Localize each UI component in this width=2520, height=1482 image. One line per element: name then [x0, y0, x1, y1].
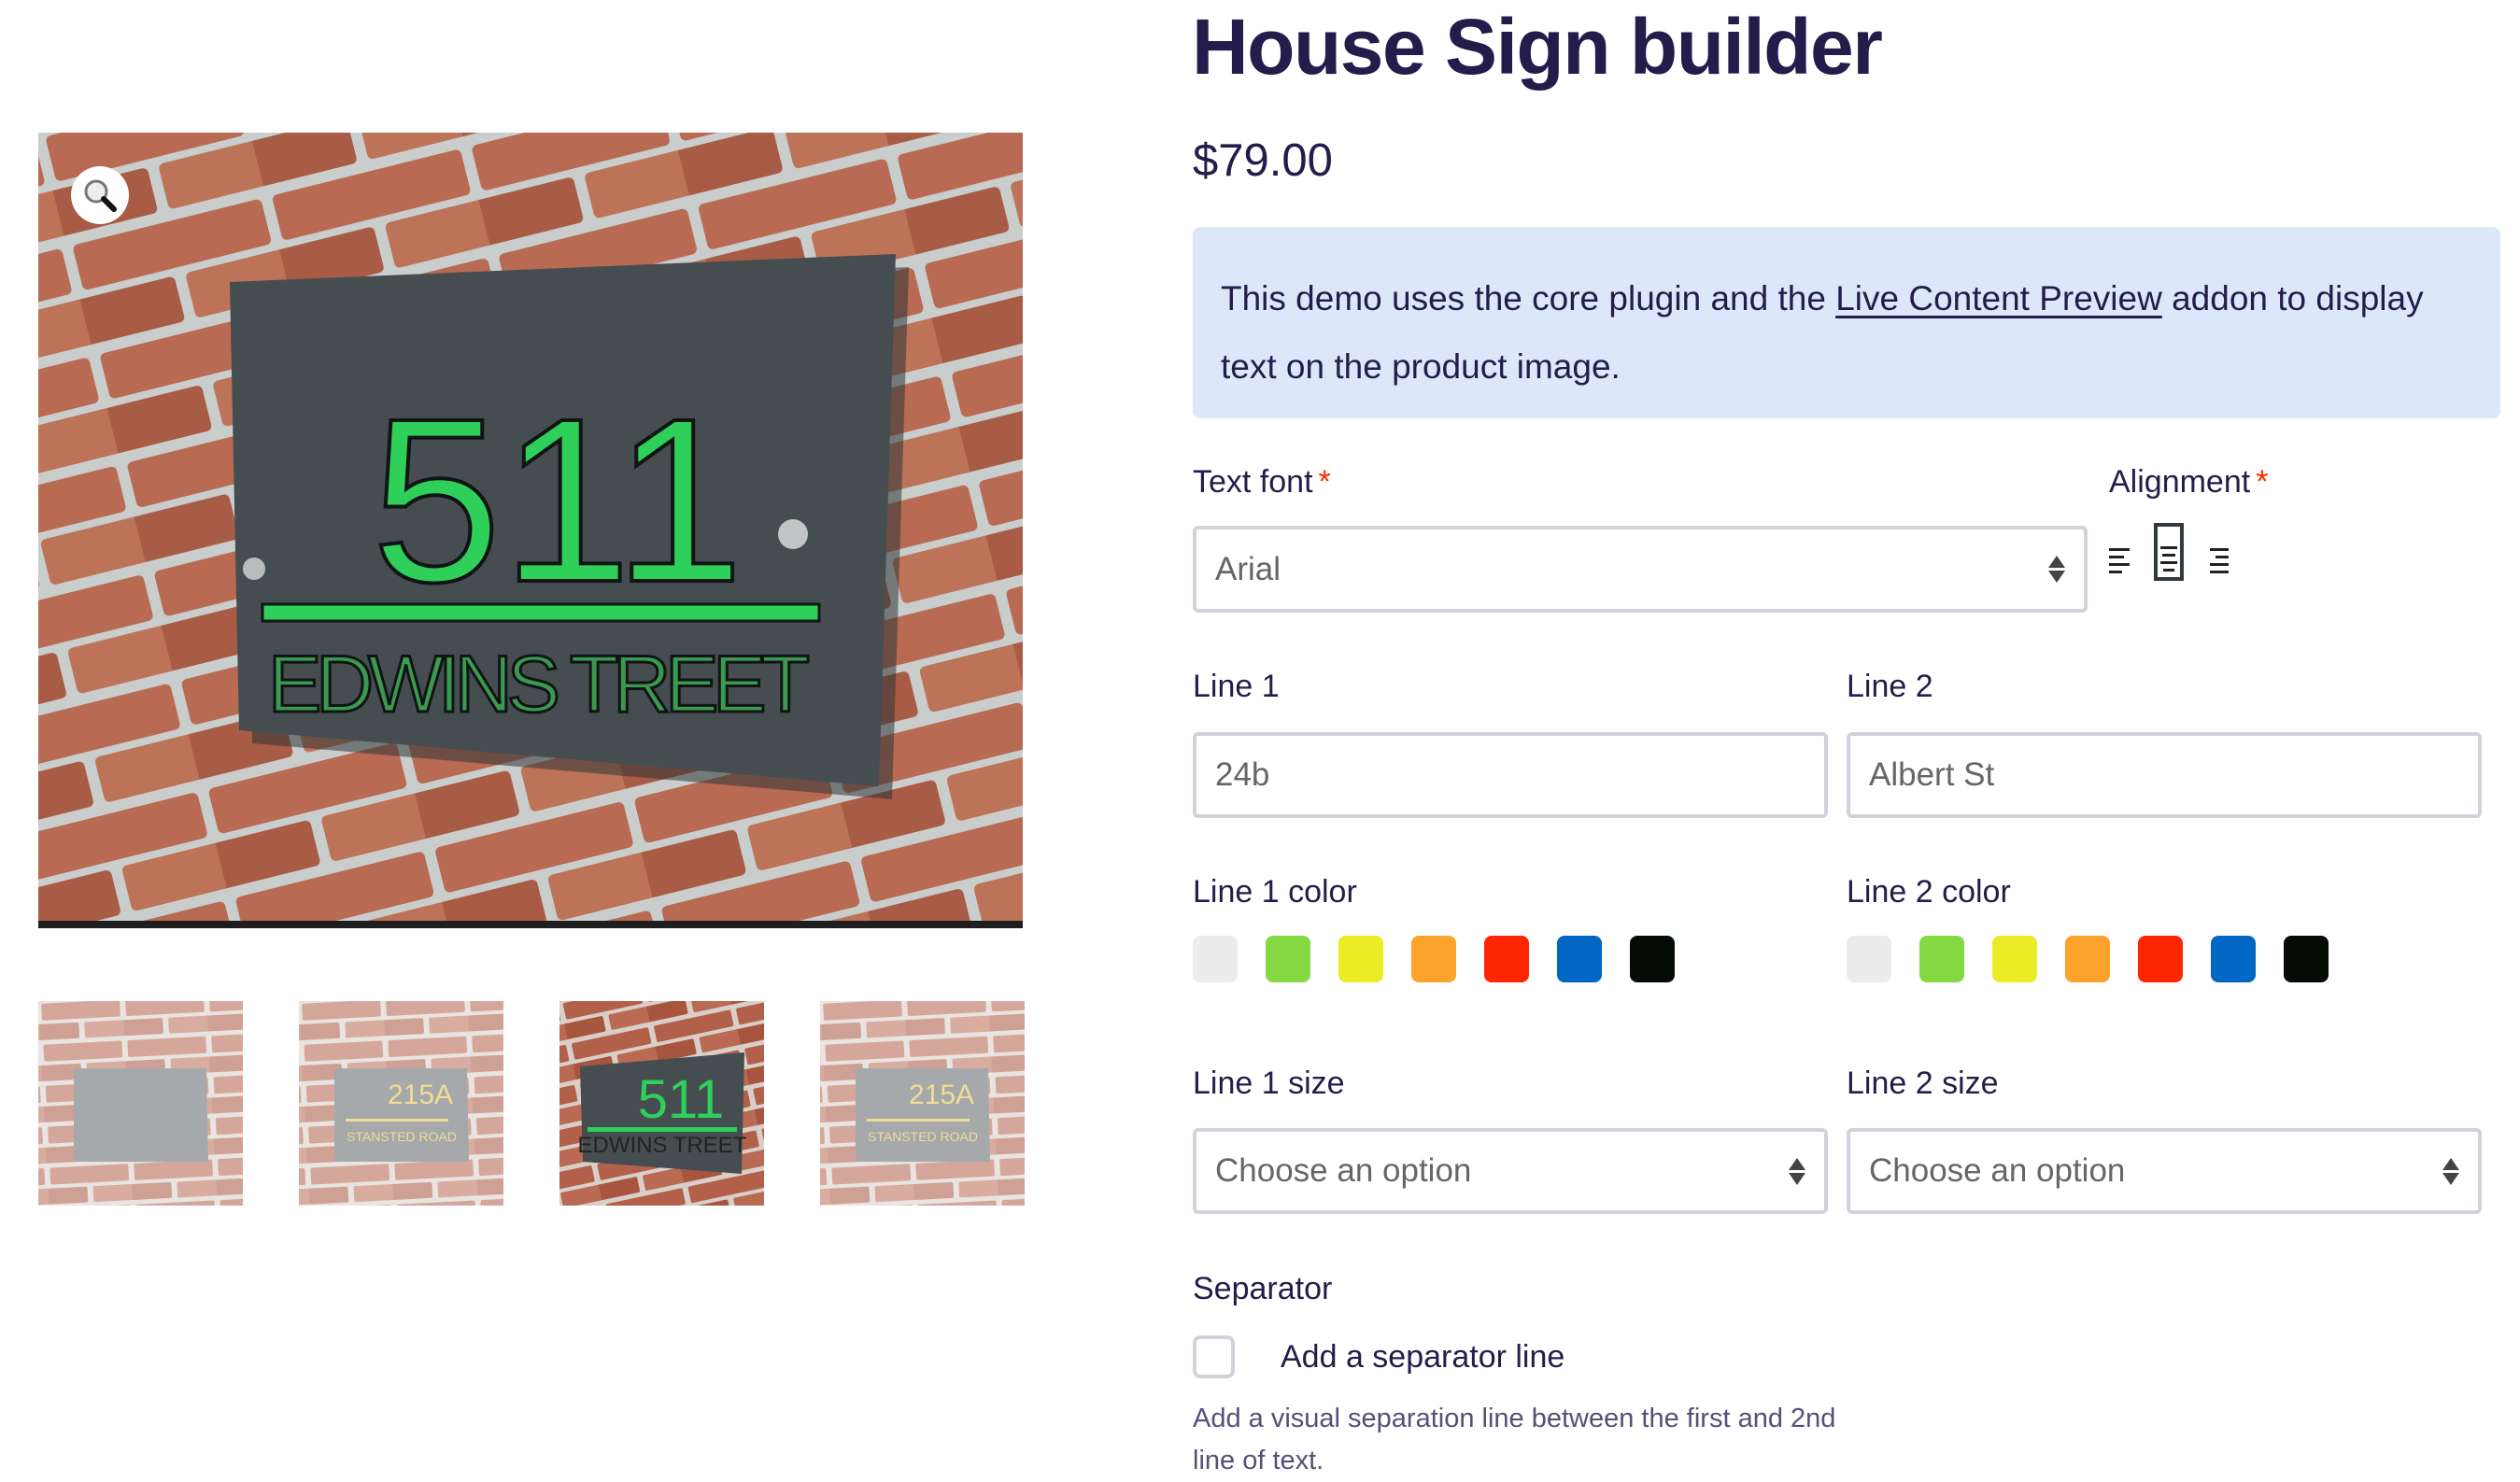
- line2-color-swatch[interactable]: [1919, 936, 1964, 982]
- line1-size-select[interactable]: Choose an option: [1193, 1128, 1828, 1214]
- line2-color-swatch[interactable]: [2284, 936, 2329, 982]
- line1-color-swatch[interactable]: [1266, 936, 1310, 982]
- line1-size-value: Choose an option: [1215, 1152, 1472, 1189]
- align-center-icon: [2160, 546, 2177, 572]
- line2-color-swatch[interactable]: [2138, 936, 2183, 982]
- gallery-thumbnail-511-sign[interactable]: 511 EDWINS TREET: [559, 1001, 764, 1206]
- gallery-thumbnail-215a-angled-sign[interactable]: 215A STANSTED ROAD: [820, 1001, 1025, 1206]
- line2-color-label: Line 2 color: [1847, 874, 2011, 910]
- text-font-label: Text font *: [1193, 464, 1331, 500]
- gallery-thumbnail-blank-sign[interactable]: [38, 1001, 243, 1206]
- line1-color-swatch[interactable]: [1193, 936, 1238, 982]
- line2-color-swatches: [1847, 936, 2329, 982]
- line1-color-swatch[interactable]: [1411, 936, 1456, 982]
- text-font-select[interactable]: Arial: [1193, 526, 2088, 613]
- thumbnail-street: STANSTED ROAD: [868, 1129, 978, 1144]
- line1-color-swatch[interactable]: [1557, 936, 1602, 982]
- standoff-right: [778, 519, 808, 549]
- gallery-thumbnail-215a-sign[interactable]: 215A STANSTED ROAD: [299, 1001, 503, 1206]
- required-asterisk: *: [1318, 464, 1331, 500]
- separator-checkbox[interactable]: [1193, 1335, 1235, 1378]
- notice-text-before: This demo uses the core plugin and the: [1221, 279, 1836, 318]
- line1-color-swatch[interactable]: [1630, 936, 1675, 982]
- thumbnail-street: STANSTED ROAD: [347, 1129, 457, 1144]
- alignment-label: Alignment *: [2109, 464, 2269, 500]
- demo-notice: This demo uses the core plugin and the L…: [1193, 227, 2500, 418]
- standoff-left: [243, 558, 265, 580]
- select-arrows-icon: [1789, 1157, 1805, 1185]
- select-arrows-icon: [2442, 1157, 2459, 1185]
- text-font-value: Arial: [1215, 550, 1281, 587]
- product-price: $79.00: [1193, 135, 1333, 186]
- sign-street-text: EDWINS TREET: [268, 640, 810, 729]
- separator-checkbox-label[interactable]: Add a separator line: [1281, 1338, 1564, 1376]
- line2-color-swatch[interactable]: [1992, 936, 2037, 982]
- line2-size-label: Line 2 size: [1847, 1066, 1999, 1101]
- line1-color-swatch[interactable]: [1484, 936, 1529, 982]
- product-main-image[interactable]: 511 EDWINS TREET: [38, 133, 1023, 928]
- thumbnail-number: 215A: [388, 1080, 453, 1110]
- thumbnail-photo: 215A STANSTED ROAD: [299, 1001, 503, 1206]
- separator-label: Separator: [1193, 1271, 1333, 1306]
- sign-separator-line: [261, 602, 821, 623]
- line2-color-swatch[interactable]: [1847, 936, 1891, 982]
- select-arrows-icon: [2048, 556, 2065, 583]
- magnifier-icon: [84, 179, 117, 212]
- line2-input[interactable]: [1847, 732, 2482, 818]
- thumbnail-number: 511: [638, 1069, 724, 1130]
- required-asterisk: *: [2256, 464, 2269, 500]
- thumbnail-photo: 215A STANSTED ROAD: [820, 1001, 1025, 1206]
- line1-color-swatch[interactable]: [1338, 936, 1383, 982]
- live-content-preview-link[interactable]: Live Content Preview: [1835, 279, 2162, 318]
- line2-size-value: Choose an option: [1869, 1152, 2126, 1189]
- line1-input[interactable]: [1193, 732, 1828, 818]
- align-right-icon[interactable]: [2208, 548, 2229, 581]
- line1-color-label: Line 1 color: [1193, 874, 1357, 910]
- align-center-option-selected[interactable]: [2154, 523, 2184, 581]
- thumbnail-photo: [38, 1001, 243, 1206]
- line1-size-label: Line 1 size: [1193, 1066, 1345, 1101]
- align-left-icon[interactable]: [2109, 548, 2130, 581]
- thumbnail-street: EDWINS TREET: [578, 1133, 747, 1158]
- line2-color-swatch[interactable]: [2211, 936, 2256, 982]
- line2-size-select[interactable]: Choose an option: [1847, 1128, 2482, 1214]
- thumbnail-photo: 511 EDWINS TREET: [559, 1001, 764, 1206]
- alignment-options: [2109, 523, 2229, 581]
- line1-label: Line 1: [1193, 669, 1280, 704]
- line1-color-swatches: [1193, 936, 1675, 982]
- line2-color-swatch[interactable]: [2065, 936, 2110, 982]
- line2-label: Line 2: [1847, 669, 1933, 704]
- separator-description: Add a visual separation line between the…: [1193, 1404, 1836, 1475]
- zoom-image-button[interactable]: [71, 166, 129, 224]
- thumbnail-number: 215A: [909, 1080, 974, 1110]
- product-title: House Sign builder: [1192, 3, 1883, 91]
- sign-photo: 511 EDWINS TREET: [38, 133, 1023, 928]
- sign-number-text: 511: [372, 370, 744, 630]
